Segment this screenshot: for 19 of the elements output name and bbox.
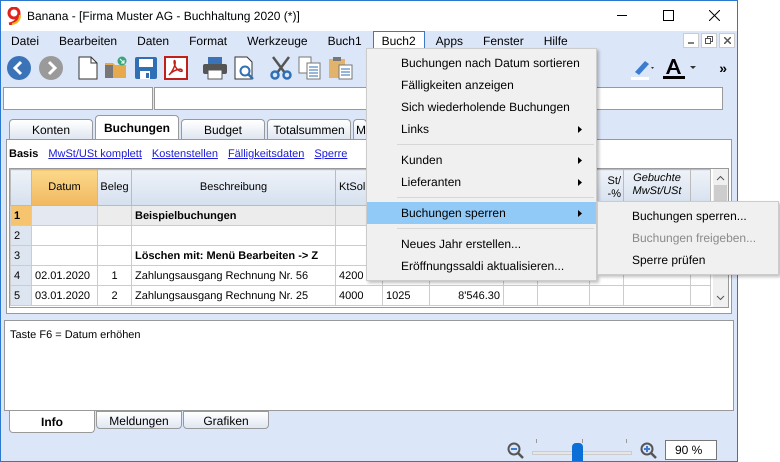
table-cell: 2 [111,290,118,302]
row-number: 4 [14,270,20,282]
table-cell: Zahlungsausgang Rechnung Nr. 56 [135,270,308,282]
table-cell: 4000 [339,290,364,302]
table-cell: 4200 [339,270,364,282]
table-cell: Beispielbuchungen [135,210,236,222]
info-text: Taste F6 = Datum erhöhen [9,328,142,343]
table-cell: 02.01.2020 [35,270,90,282]
row-number: 3 [14,250,20,262]
table-cell: 1025 [386,290,410,302]
row-number: 2 [14,230,20,242]
table-cell: Zahlungsausgang Rechnung Nr. 25 [135,290,308,302]
row-number: 1 [14,210,20,222]
row-number: 5 [14,290,20,302]
table-cell: 1 [111,270,118,282]
table-cell: 8'546.30 [458,290,500,302]
table-cell: 03.01.2020 [35,290,90,302]
window-title: Banana - [Firma Muster AG - Buchhaltung 2020 (*)] [27,8,300,25]
table-cell: Löschen mit: Menü Bearbeiten -> Z [135,250,318,262]
